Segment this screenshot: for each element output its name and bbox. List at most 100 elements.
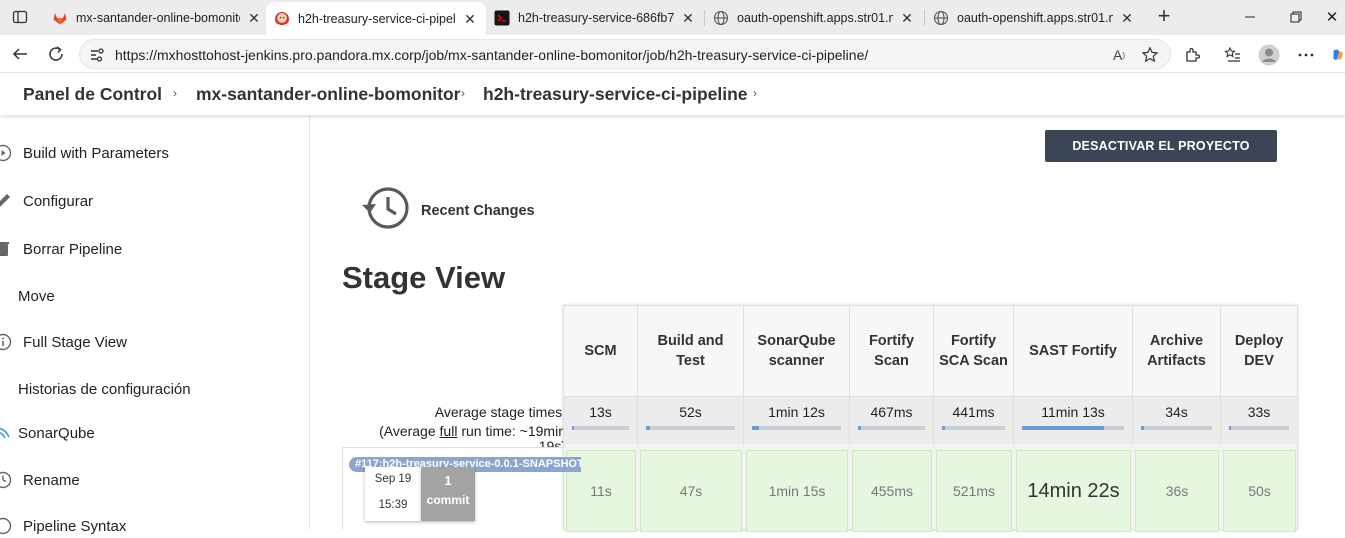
breadcrumb-dashboard[interactable]: Panel de Control — [23, 84, 162, 105]
commit-count-box[interactable]: 1 commit — [421, 467, 475, 521]
history-icon — [361, 185, 413, 236]
stage-run-cell[interactable]: 1min 15s — [746, 450, 848, 532]
stage-progress-bar — [858, 426, 925, 430]
stage-progress-fill — [1229, 426, 1232, 430]
copilot-icon[interactable] — [1331, 44, 1345, 66]
tab-title: oauth-openshift.apps.str01.mex — [737, 10, 893, 25]
favorite-star-icon[interactable] — [1140, 45, 1160, 65]
tab-gitlab[interactable]: mx-santander-online-bomonitor ✕ — [44, 3, 270, 32]
close-tab-icon[interactable]: ✕ — [680, 10, 696, 26]
history-icon — [0, 380, 12, 398]
stage-run-cell[interactable]: 455ms — [852, 450, 932, 532]
clock-icon — [0, 471, 12, 489]
sidebar-item-configure[interactable]: Configurar — [0, 189, 93, 213]
refresh-icon[interactable] — [42, 40, 70, 68]
recent-changes-link[interactable]: Recent Changes — [361, 185, 535, 236]
breadcrumb-folder[interactable]: mx-santander-online-bomonitor — [196, 84, 460, 105]
tab-oauth-2[interactable]: oauth-openshift.apps.str01.mex ✕ — [925, 3, 1143, 32]
commit-count: 1 — [444, 473, 452, 488]
close-window-icon[interactable]: ✕ — [1319, 4, 1345, 30]
average-prefix: (Average — [379, 423, 440, 439]
stage-run-cell[interactable]: 50s — [1223, 450, 1296, 532]
info-icon — [0, 333, 12, 351]
close-tab-icon[interactable]: ✕ — [899, 10, 915, 26]
sidebar-item-move[interactable]: Move — [0, 284, 55, 308]
stage-header: Fortify SCA Scan — [934, 306, 1014, 396]
minimize-icon[interactable] — [1227, 4, 1273, 30]
tab-actions-icon[interactable] — [8, 6, 32, 28]
stage-run-cell[interactable]: 36s — [1135, 450, 1219, 532]
chevron-right-icon[interactable]: › — [753, 86, 757, 100]
trash-icon — [0, 240, 12, 258]
move-icon — [0, 287, 12, 305]
stage-run-cell[interactable]: 14min 22s — [1016, 450, 1131, 532]
stage-run-cell[interactable]: 521ms — [936, 450, 1012, 532]
browser-tab-strip: mx-santander-online-bomonitor ✕ h2h-trea… — [0, 0, 1345, 35]
tab-openshift-pod[interactable]: h2h-treasury-service-686fb76c ✕ — [486, 3, 704, 32]
page-title: Stage View — [342, 260, 506, 295]
tab-jenkins[interactable]: h2h-treasury-service-ci-pipeline ✕ — [266, 2, 486, 35]
stage-header: Fortify Scan — [850, 306, 934, 396]
extensions-icon[interactable] — [1182, 44, 1204, 66]
stage-average-cell: 467ms — [850, 397, 934, 445]
more-menu-icon[interactable] — [1295, 44, 1317, 66]
sidebar-item-sonarqube[interactable]: SonarQube — [0, 421, 95, 445]
sidebar-item-label: Build with Parameters — [23, 144, 169, 162]
tab-oauth-1[interactable]: oauth-openshift.apps.str01.mex ✕ — [705, 3, 923, 32]
sidebar-item-rename[interactable]: Rename — [0, 468, 80, 492]
address-toolbar: https://mxhosttohost-jenkins.pro.pandora… — [0, 35, 1345, 73]
stage-progress-bar — [1022, 426, 1124, 430]
build-date: Sep 19 — [374, 473, 412, 485]
favorites-icon[interactable] — [1222, 44, 1244, 66]
stage-average-time: 467ms — [870, 404, 913, 420]
back-icon[interactable] — [6, 40, 34, 68]
stage-header: SAST Fortify — [1014, 306, 1133, 396]
stage-progress-fill — [1022, 426, 1104, 430]
sidebar-item-label: Borrar Pipeline — [23, 240, 123, 258]
sonarqube-icon — [0, 424, 12, 442]
close-tab-icon[interactable]: ✕ — [462, 11, 478, 27]
stage-average-cell: 52s — [638, 397, 744, 445]
average-stage-times-text: Average stage times: — [434, 404, 566, 420]
url-bar[interactable]: https://mxhosttohost-jenkins.pro.pandora… — [79, 39, 1171, 69]
stage-header: SonarQube scanner — [744, 306, 850, 396]
tab-title: h2h-treasury-service-ci-pipeline — [298, 11, 456, 26]
sidebar-item-label: Configurar — [23, 192, 94, 210]
stage-progress-bar — [646, 426, 735, 430]
stage-view-table: SCM Build and Test SonarQube scanner Fortif… — [563, 305, 1298, 532]
sidebar-item-label: Historias de configuración — [18, 380, 191, 398]
sidebar-item-pipeline-syntax[interactable]: Pipeline Syntax — [0, 514, 126, 538]
breadcrumb-job[interactable]: h2h-treasury-service-ci-pipeline — [483, 84, 748, 105]
profile-avatar-icon[interactable] — [1258, 44, 1280, 66]
chevron-right-icon[interactable]: › — [461, 86, 465, 100]
read-aloud-icon[interactable]: A) — [1109, 45, 1129, 65]
sidebar-item-config-history[interactable]: Historias de configuración — [0, 377, 191, 401]
restore-icon[interactable] — [1273, 4, 1319, 30]
terminal-icon — [494, 10, 510, 26]
sidebar-item-label: Pipeline Syntax — [23, 517, 127, 535]
sidebar-item-build-with-parameters[interactable]: Build with Parameters — [0, 141, 169, 165]
site-info-icon[interactable] — [88, 46, 106, 64]
sidebar-item-label: Move — [18, 287, 55, 305]
stage-header: Deploy DEV — [1221, 306, 1298, 396]
build-date-box[interactable]: Sep 19 15:39 — [365, 467, 421, 521]
deactivate-project-button[interactable]: DESACTIVAR EL PROYECTO — [1045, 130, 1277, 162]
stage-average-cell: 33s — [1221, 397, 1298, 445]
full-link[interactable]: full — [440, 423, 458, 439]
sidebar-item-delete-pipeline[interactable]: Borrar Pipeline — [0, 237, 122, 261]
stage-progress-fill — [752, 426, 760, 430]
globe-icon — [933, 10, 949, 26]
stage-header: Archive Artifacts — [1133, 306, 1221, 396]
close-tab-icon[interactable]: ✕ — [246, 10, 262, 26]
new-tab-icon[interactable]: + — [1151, 4, 1177, 30]
play-circle-icon — [0, 144, 12, 162]
chevron-right-icon[interactable]: › — [173, 86, 177, 100]
close-tab-icon[interactable]: ✕ — [1119, 10, 1135, 26]
url-text: https://mxhosttohost-jenkins.pro.pandora… — [115, 47, 869, 63]
stage-progress-bar — [1141, 426, 1212, 430]
recent-changes-label: Recent Changes — [421, 202, 535, 219]
main-content: DESACTIVAR EL PROYECTO Recent Changes St… — [311, 115, 1345, 532]
sidebar-item-full-stage-view[interactable]: Full Stage View — [0, 330, 127, 354]
stage-run-cell[interactable]: 47s — [640, 450, 742, 532]
stage-progress-bar — [752, 426, 841, 430]
